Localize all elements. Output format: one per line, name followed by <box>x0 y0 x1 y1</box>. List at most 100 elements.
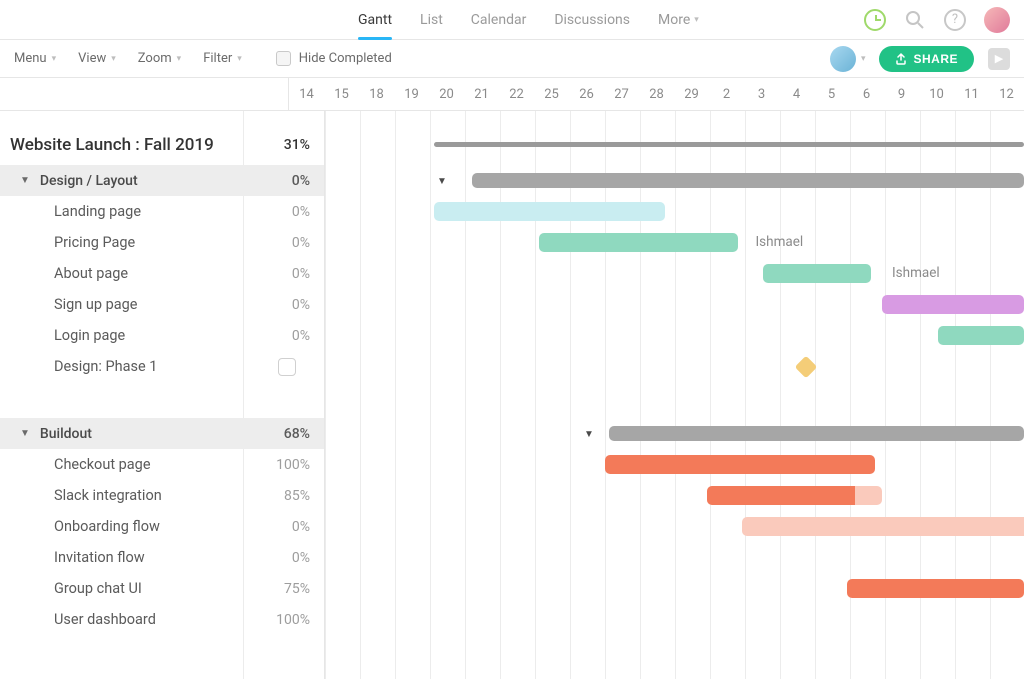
timeline-header-left <box>0 78 289 110</box>
checkbox-icon[interactable] <box>278 358 296 376</box>
tab-discussions[interactable]: Discussions <box>554 0 630 39</box>
task-row[interactable]: Onboarding flow0% <box>0 511 324 542</box>
task-label: Landing page <box>54 203 141 220</box>
gantt-task-row <box>325 511 1024 542</box>
collapse-icon[interactable]: ▼ <box>584 429 594 440</box>
group-row[interactable]: ▼Design / Layout0% <box>0 165 324 196</box>
date-cell: 12 <box>989 78 1024 110</box>
task-progress: 0% <box>292 235 310 251</box>
task-row[interactable]: About page0% <box>0 258 324 289</box>
task-row[interactable]: Sign up page0% <box>0 289 324 320</box>
task-label: User dashboard <box>54 611 156 628</box>
task-label: Login page <box>54 327 125 344</box>
task-bar-progress <box>707 486 856 505</box>
main-area: Website Launch : Fall 201931%▼Design / L… <box>0 111 1024 679</box>
task-bar[interactable] <box>742 517 1024 536</box>
zoom-dropdown[interactable]: Zoom ▾ <box>138 51 181 66</box>
menu-dropdown[interactable]: Menu▾ <box>14 51 56 66</box>
task-progress: 0% <box>292 204 310 220</box>
date-cell: 19 <box>394 78 429 110</box>
milestone-icon[interactable] <box>794 356 817 379</box>
task-row[interactable]: Pricing Page0% <box>0 227 324 258</box>
assignee-dropdown[interactable]: ▾ <box>830 46 866 72</box>
task-bar[interactable] <box>847 579 1024 598</box>
group-summary-bar[interactable] <box>609 426 1024 441</box>
project-summary-bar[interactable] <box>434 142 1024 147</box>
share-label: SHARE <box>913 52 958 66</box>
task-row[interactable]: Slack integration85% <box>0 480 324 511</box>
task-row[interactable]: Checkout page100% <box>0 449 324 480</box>
chevron-down-icon: ▾ <box>52 54 57 64</box>
view-label: View <box>78 51 106 66</box>
task-row[interactable]: Design: Phase 1 <box>0 351 324 382</box>
date-cell: 28 <box>639 78 674 110</box>
task-row[interactable]: Login page0% <box>0 320 324 351</box>
task-progress: 0% <box>292 266 310 282</box>
date-cell: 5 <box>814 78 849 110</box>
date-cell: 22 <box>499 78 534 110</box>
chevron-down-icon: ▾ <box>111 54 116 64</box>
collapse-icon[interactable]: ▼ <box>20 175 30 186</box>
collapse-icon[interactable]: ▼ <box>20 428 30 439</box>
hide-completed-toggle[interactable]: Hide Completed <box>276 51 392 66</box>
task-row[interactable]: Invitation flow0% <box>0 542 324 573</box>
play-icon[interactable]: ▶ <box>988 48 1010 70</box>
share-icon <box>895 53 907 65</box>
search-icon[interactable] <box>904 9 926 31</box>
collapse-icon[interactable]: ▼ <box>437 176 447 187</box>
assignee-label: Ishmael <box>892 265 940 281</box>
chevron-down-icon: ▾ <box>177 54 182 64</box>
task-bar[interactable] <box>539 233 739 252</box>
task-row[interactable]: Landing page 0% <box>0 196 324 227</box>
task-label: Website Launch : Fall 2019 <box>10 135 214 155</box>
date-cell: 26 <box>569 78 604 110</box>
share-button[interactable]: SHARE <box>879 46 974 72</box>
task-bar[interactable] <box>882 295 1024 314</box>
date-cell: 14 <box>289 78 324 110</box>
task-label: Sign up page <box>54 296 137 313</box>
filter-dropdown[interactable]: Filter▾ <box>203 51 242 66</box>
help-icon[interactable]: ? <box>944 9 966 31</box>
user-avatar[interactable] <box>984 7 1010 33</box>
tab-calendar[interactable]: Calendar <box>471 0 527 39</box>
task-label: Slack integration <box>54 487 162 504</box>
timeline-dates: 141518192021222526272829234569101112 <box>289 78 1024 110</box>
project-summary-row <box>325 125 1024 165</box>
task-bar[interactable] <box>938 326 1024 345</box>
tab-list[interactable]: List <box>420 0 443 39</box>
gantt-task-row <box>325 351 1024 382</box>
task-bar[interactable] <box>763 264 872 283</box>
task-bar[interactable] <box>605 455 875 474</box>
group-summary-bar[interactable] <box>472 173 1024 188</box>
view-dropdown[interactable]: View ▾ <box>78 51 116 66</box>
date-cell: 2 <box>709 78 744 110</box>
checkbox-icon[interactable] <box>276 51 291 66</box>
group-summary-row: ▼ <box>325 165 1024 196</box>
assignee-label: Ishmael <box>756 234 804 250</box>
task-bar[interactable] <box>434 202 665 221</box>
gantt-chart-pane: ▼ Ishmael Ishmael ▼ <box>325 111 1024 679</box>
task-bar[interactable] <box>707 486 882 505</box>
task-label: Invitation flow <box>54 549 145 566</box>
task-label: Group chat UI <box>54 580 142 597</box>
task-label: Design / Layout <box>40 173 138 189</box>
date-cell: 20 <box>429 78 464 110</box>
task-progress: 100% <box>276 612 310 628</box>
task-list-pane: Website Launch : Fall 201931%▼Design / L… <box>0 111 325 679</box>
task-row[interactable]: Group chat UI 75% <box>0 573 324 604</box>
tab-more[interactable]: More ▾ <box>658 0 699 39</box>
date-cell: 21 <box>464 78 499 110</box>
date-cell: 3 <box>744 78 779 110</box>
task-row[interactable]: User dashboard 100% <box>0 604 324 635</box>
tab-gantt[interactable]: Gantt <box>358 0 392 39</box>
task-progress: 75% <box>284 581 310 597</box>
task-label: Onboarding flow <box>54 518 160 535</box>
task-label: Buildout <box>40 426 92 442</box>
task-label: Checkout page <box>54 456 151 473</box>
gantt-task-row: Ishmael <box>325 227 1024 258</box>
group-row[interactable]: ▼Buildout68% <box>0 418 324 449</box>
top-nav: Gantt List Calendar Discussions More ▾ ? <box>0 0 1024 40</box>
clock-icon[interactable] <box>864 9 886 31</box>
zoom-label: Zoom <box>138 51 172 66</box>
toolbar: Menu▾ View ▾ Zoom ▾ Filter▾ Hide Completed… <box>0 40 1024 78</box>
